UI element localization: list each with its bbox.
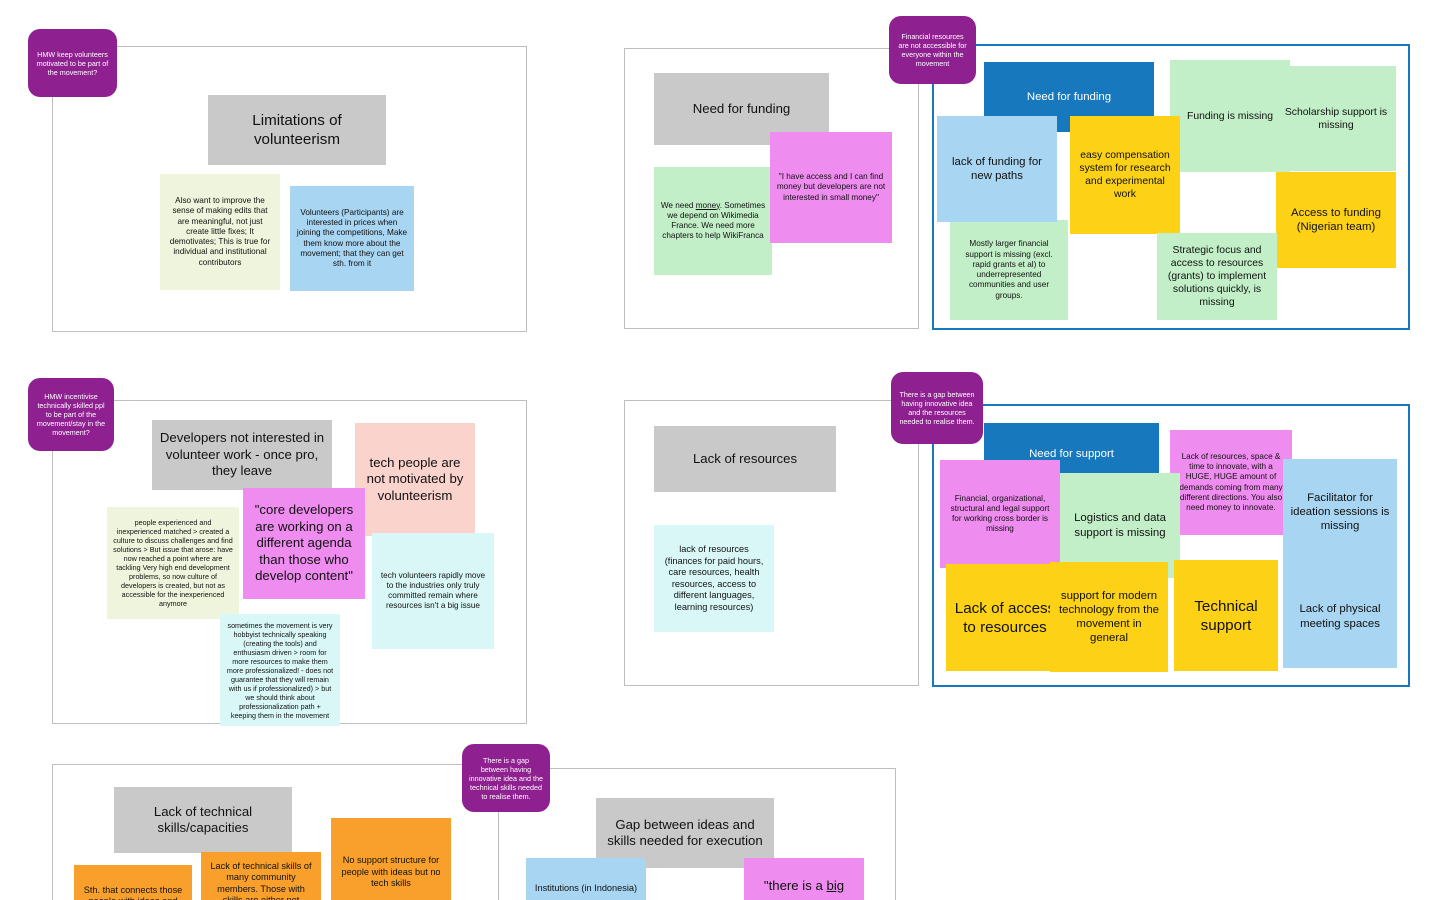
note-scholarship-support-missing[interactable]: Scholarship support is missing <box>1276 66 1396 171</box>
note-funding-is-missing[interactable]: Funding is missing <box>1170 60 1290 172</box>
note-experienced-inexperienced-matched[interactable]: people experienced and inexperienced mat… <box>107 507 239 619</box>
underlined-money: money <box>695 200 720 210</box>
note-sth-connects-people-with-ideas[interactable]: Sth. that connects those people with ide… <box>74 865 192 900</box>
cluster-header-limitations-of-volunteerism[interactable]: Limitations of volunteerism <box>208 95 386 165</box>
note-facilitator-ideation-sessions[interactable]: Facilitator for ideation sessions is mis… <box>1283 459 1397 565</box>
note-lack-of-physical-meeting-spaces[interactable]: Lack of physical meeting spaces <box>1283 565 1397 668</box>
note-access-to-funding-nigerian-team[interactable]: Access to funding (Nigerian team) <box>1276 172 1396 268</box>
note-strategic-focus-access-resources[interactable]: Strategic focus and access to resources … <box>1157 233 1277 320</box>
note-volunteers-prices[interactable]: Volunteers (Participants) are interested… <box>290 186 414 291</box>
note-meaningful-edits[interactable]: Also want to improve the sense of making… <box>160 174 280 290</box>
note-easy-compensation-system[interactable]: easy compensation system for research an… <box>1070 116 1180 234</box>
note-hobbyist-professionalization[interactable]: sometimes the movement is very hobbyist … <box>220 614 340 726</box>
note-lack-of-access-to-resources[interactable]: Lack of access to resources <box>946 564 1064 671</box>
note-big-gap-text: "there is a big gap <box>750 878 858 900</box>
note-i-have-access[interactable]: "I have access and I can find money but … <box>770 132 892 243</box>
note-we-need-money[interactable]: We need money. Sometimes we depend on Wi… <box>654 167 772 275</box>
tab-gap-idea-and-technical-skills[interactable]: There is a gap between having innovative… <box>462 744 550 812</box>
note-technical-support[interactable]: Technical support <box>1174 560 1278 671</box>
whiteboard-canvas[interactable]: Limitations of volunteerism Also want to… <box>0 0 1440 900</box>
note-tech-volunteers-move-to-industries[interactable]: tech volunteers rapidly move to the indu… <box>372 533 494 649</box>
tab-financial-resources-not-accessible[interactable]: Financial resources are not accessible f… <box>889 16 976 84</box>
note-there-is-a-big-gap[interactable]: "there is a big gap <box>744 858 864 900</box>
tab-hmw-incentivise-technically-skilled[interactable]: HMW incentivise technically skilled ppl … <box>28 378 114 451</box>
note-institutions-in-indonesia[interactable]: Institutions (in Indonesia) <box>526 858 646 900</box>
note-core-developers-different-agenda[interactable]: "core developers are working on a differ… <box>243 488 365 599</box>
cluster-header-lack-of-technical-skills[interactable]: Lack of technical skills/capacities <box>114 787 292 853</box>
note-lack-of-funding-new-paths[interactable]: lack of funding for new paths <box>937 116 1057 222</box>
note-lack-of-resources-detail[interactable]: lack of resources (finances for paid hou… <box>654 525 774 632</box>
underlined-big-gap: big gap <box>791 878 845 900</box>
tab-gap-idea-and-resources[interactable]: There is a gap between having innovative… <box>891 372 983 444</box>
tab-hmw-keep-volunteers-motivated[interactable]: HMW keep volunteers motivated to be part… <box>28 29 117 97</box>
note-larger-financial-support-missing[interactable]: Mostly larger financial support is missi… <box>950 220 1068 320</box>
note-lack-of-resources-space-time[interactable]: Lack of resources, space & time to innov… <box>1170 430 1292 535</box>
note-tech-people-not-motivated[interactable]: tech people are not motivated by volunte… <box>355 423 475 536</box>
note-no-support-structure[interactable]: No support structure for people with ide… <box>331 818 451 900</box>
note-we-need-money-text: We need money. Sometimes we depend on Wi… <box>660 200 766 241</box>
cluster-header-developers-not-interested[interactable]: Developers not interested in volunteer w… <box>152 420 332 490</box>
note-support-modern-technology[interactable]: support for modern technology from the m… <box>1050 562 1168 672</box>
note-lack-technical-skills-community-members[interactable]: Lack of technical skills of many communi… <box>201 852 321 900</box>
note-financial-organizational-structural-legal[interactable]: Financial, organizational, structural an… <box>940 460 1060 568</box>
cluster-header-lack-of-resources[interactable]: Lack of resources <box>654 426 836 492</box>
